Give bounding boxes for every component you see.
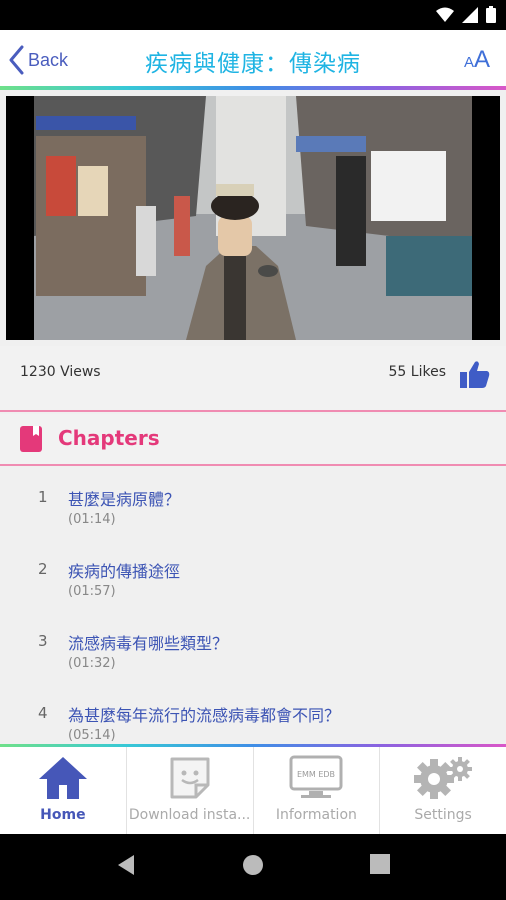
chapter-title: 疾病的傳播途徑: [68, 562, 181, 581]
tab-download-instant[interactable]: Download insta...: [127, 747, 254, 834]
sticker-icon: [170, 757, 210, 799]
chapters-top-divider: [0, 410, 506, 412]
back-triangle-icon[interactable]: [116, 854, 136, 876]
monitor-icon: EMM EDB: [289, 755, 343, 798]
tab-settings[interactable]: Settings: [380, 747, 506, 834]
recents-square-icon[interactable]: [370, 854, 390, 874]
chevron-left-icon: [9, 45, 24, 75]
chapters-title: Chapters: [58, 426, 160, 450]
chapter-number: 4: [38, 704, 48, 722]
like-count: 55 Likes: [388, 364, 446, 380]
back-button[interactable]: Back: [8, 44, 68, 76]
wifi-icon: [436, 7, 454, 22]
font-size-button[interactable]: A A: [464, 46, 490, 74]
header-divider: [0, 86, 506, 90]
bottom-tab-bar: Home Download insta... EMM EDB Informati…: [0, 747, 506, 834]
chapter-title: 甚麼是病原體？: [68, 490, 181, 509]
tab-label: Settings: [414, 807, 472, 823]
app-screen: Back 疾病與健康：傳染病 A A 1230 Views 55 Likes C…: [0, 30, 506, 834]
tab-information[interactable]: EMM EDB Information: [254, 747, 381, 834]
chapter-item-1[interactable]: 1 甚麼是病原體？ (01:14): [0, 484, 506, 548]
tab-label: Information: [275, 807, 357, 823]
chapter-item-4[interactable]: 4 為甚麼每年流行的流感病毒都會不同？ (05:14): [0, 700, 506, 744]
chapter-number: 1: [38, 488, 48, 506]
chapter-number: 2: [38, 560, 48, 578]
chapter-item-3[interactable]: 3 流感病毒有哪些類型？ (01:32): [0, 628, 506, 692]
tab-label: Home: [40, 807, 86, 823]
status-bar: [0, 0, 506, 30]
home-icon: [38, 757, 87, 799]
chapter-title: 為甚麼每年流行的流感病毒都會不同？: [68, 706, 341, 725]
page-title: 疾病與健康：傳染病: [145, 51, 361, 77]
home-circle-icon[interactable]: [242, 854, 264, 876]
chapter-title: 流感病毒有哪些類型？: [68, 634, 229, 653]
chapter-item-2[interactable]: 2 疾病的傳播途徑 (01:57): [0, 556, 506, 620]
tab-label: Download insta...: [128, 807, 251, 823]
battery-icon: [486, 6, 496, 23]
header: Back 疾病與健康：傳染病 A A: [0, 30, 506, 88]
chapter-duration: (01:57): [68, 584, 116, 599]
book-icon: [20, 426, 42, 452]
chapter-number: 3: [38, 632, 48, 650]
chapter-duration: (01:32): [68, 656, 116, 671]
chapter-list: 1 甚麼是病原體？ (01:14) 2 疾病的傳播途徑 (01:57) 3 流感…: [0, 466, 506, 744]
tab-home[interactable]: Home: [0, 747, 127, 834]
video-player[interactable]: [6, 96, 500, 340]
thumbs-up-icon[interactable]: [460, 360, 490, 388]
gears-icon: [414, 757, 473, 799]
monitor-screen-text: EMM EDB: [297, 770, 335, 779]
system-nav-bar: [0, 834, 506, 900]
video-frame: [6, 96, 500, 340]
chapters-header: Chapters: [0, 414, 506, 464]
view-count: 1230 Views: [20, 364, 101, 380]
font-size-small-label: A: [463, 54, 474, 71]
font-size-big-label: A: [473, 46, 490, 73]
signal-icon: [462, 6, 478, 23]
back-label: Back: [28, 49, 69, 70]
video-stats: 1230 Views 55 Likes: [0, 346, 506, 410]
chapter-duration: (05:14): [68, 728, 116, 743]
chapter-duration: (01:14): [68, 512, 116, 527]
